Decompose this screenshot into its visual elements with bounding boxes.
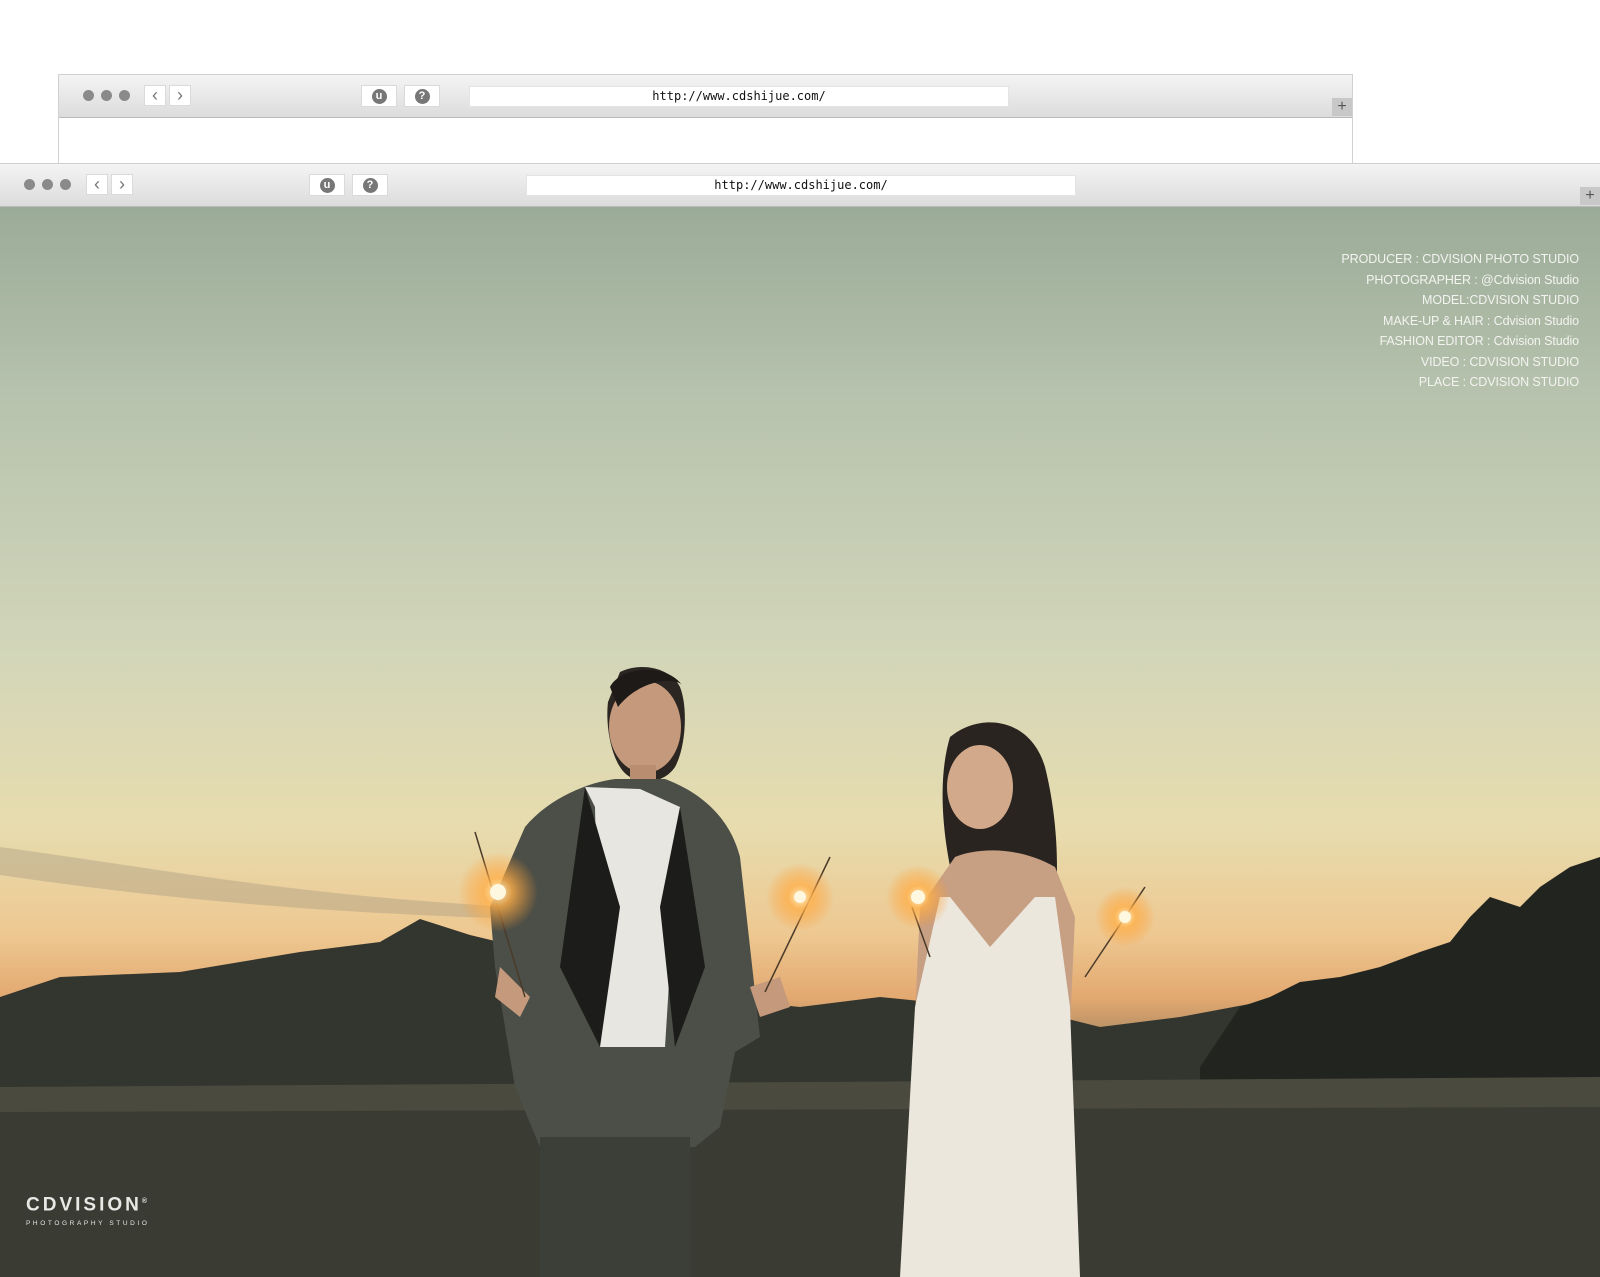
window-dot-icon[interactable]	[60, 179, 71, 190]
browser-toolbar: ‹ › u ? http://www.cdshijue.com/ +	[0, 164, 1600, 207]
window-dot-icon[interactable]	[101, 90, 112, 101]
forward-button[interactable]: ›	[111, 174, 133, 195]
chevron-left-icon: ‹	[94, 174, 100, 194]
credit-line: VIDEO : CDVISION STUDIO	[1420, 354, 1579, 369]
u-icon: u	[319, 177, 335, 193]
photo-credits: PRODUCER : CDVISION PHOTO STUDIO PHOTOGR…	[1341, 249, 1579, 393]
credit-line: PLACE : CDVISION STUDIO	[1418, 375, 1579, 389]
window-dot-icon[interactable]	[42, 179, 53, 190]
foreground-browser-window: ‹ › u ? http://www.cdshijue.com/ + PRODU…	[0, 163, 1600, 1277]
credit-line: PRODUCER : CDVISION PHOTO STUDIO	[1341, 252, 1579, 266]
address-bar[interactable]: http://www.cdshijue.com/	[469, 86, 1009, 107]
forward-button[interactable]: ›	[169, 85, 191, 106]
credit-line: PHOTOGRAPHER : @Cdvision Studio	[1366, 272, 1579, 287]
help-button[interactable]: ?	[352, 174, 388, 196]
address-bar[interactable]: http://www.cdshijue.com/	[526, 175, 1076, 196]
chevron-right-icon: ›	[119, 174, 125, 194]
chevron-right-icon: ›	[177, 85, 183, 105]
u-icon: u	[371, 88, 387, 104]
chevron-left-icon: ‹	[152, 85, 158, 105]
hero-photo: PRODUCER : CDVISION PHOTO STUDIO PHOTOGR…	[0, 207, 1600, 1277]
window-controls	[24, 179, 71, 190]
help-icon: ?	[414, 88, 430, 104]
new-tab-button[interactable]: +	[1332, 98, 1352, 116]
back-button[interactable]: ‹	[86, 174, 108, 195]
window-dot-icon[interactable]	[24, 179, 35, 190]
window-controls	[83, 90, 130, 101]
u-button[interactable]: u	[361, 85, 397, 107]
help-button[interactable]: ?	[404, 85, 440, 107]
studio-logo: CDVISION® PHOTOGRAPHY STUDIO	[26, 1191, 150, 1227]
help-icon: ?	[362, 177, 378, 193]
browser-toolbar: ‹ › u ? http://www.cdshijue.com/ +	[59, 75, 1352, 118]
logo-brand: CDVISION	[26, 1194, 142, 1216]
logo-tagline: PHOTOGRAPHY STUDIO	[26, 1220, 150, 1228]
registered-mark: ®	[141, 1198, 148, 1205]
back-button[interactable]: ‹	[144, 85, 166, 106]
credit-line: FASHION EDITOR : Cdvision Studio	[1379, 334, 1580, 348]
u-button[interactable]: u	[309, 174, 345, 196]
credit-line: MAKE-UP & HAIR : Cdvision Studio	[1383, 313, 1579, 328]
window-dot-icon[interactable]	[119, 90, 130, 101]
credit-line: MODEL:CDVISION STUDIO	[1422, 293, 1579, 307]
background-browser-window: ‹ › u ? http://www.cdshijue.com/ +	[58, 74, 1353, 163]
window-dot-icon[interactable]	[83, 90, 94, 101]
new-tab-button[interactable]: +	[1580, 187, 1600, 205]
